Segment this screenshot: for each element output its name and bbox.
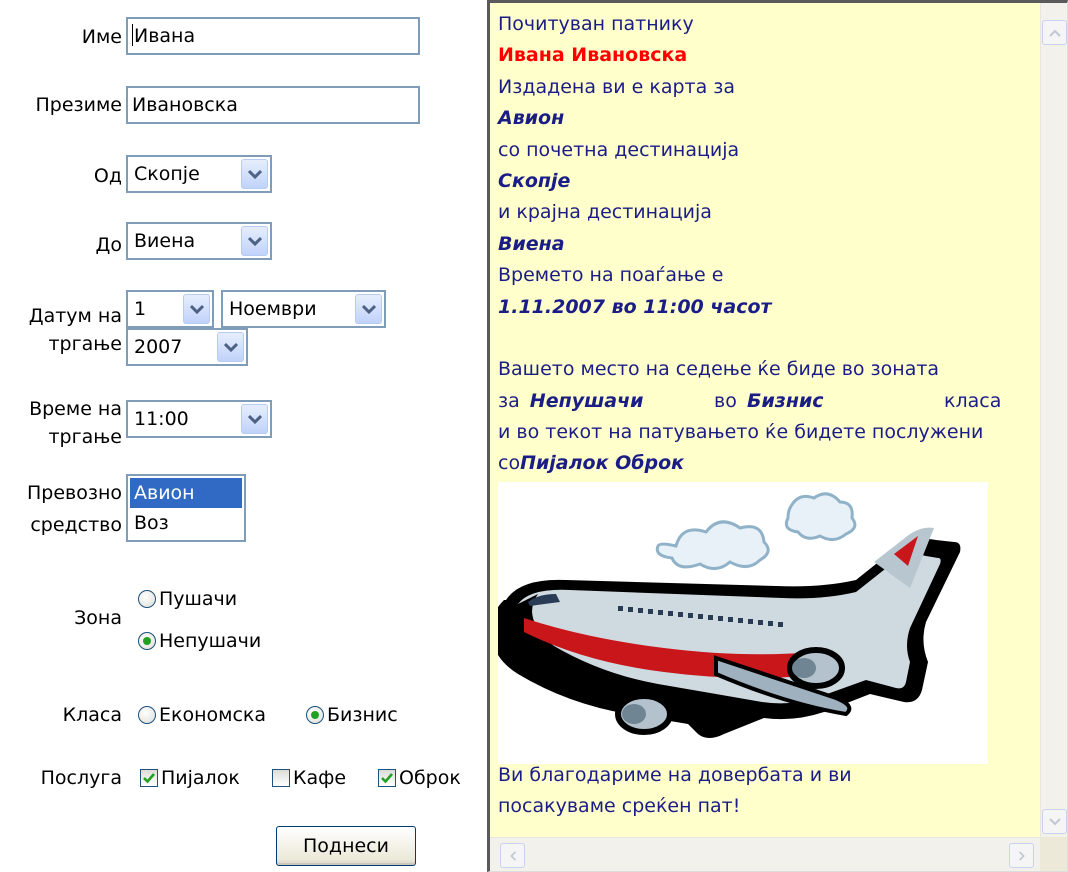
ticket-content: Почитуван патнику Ивана Ивановска Издаде… <box>490 9 1043 823</box>
zone-class-line: за Непушачи во Бизнис класа <box>498 386 1043 417</box>
ticket-start: Скопје <box>498 169 571 192</box>
thanks-line1: Ви благодариме на довербата и ви <box>498 763 852 786</box>
class-word: класа <box>944 389 1002 412</box>
departure-time-label-line2: тргање <box>48 426 122 448</box>
departure-date-label: Датум на тргање <box>29 304 122 357</box>
to-select[interactable]: Виена <box>126 222 272 260</box>
scrollbar-corner <box>1040 837 1067 871</box>
passenger-name: Ивана Ивановска <box>498 44 688 67</box>
service-option-coffee[interactable]: Кафе <box>272 766 346 791</box>
class-business-label: Бизнис <box>327 704 398 726</box>
zone-label: Зона <box>74 607 122 629</box>
ticket-transport: Авион <box>498 107 565 130</box>
transport-label: Превозно средство <box>27 481 122 538</box>
ticket-frame[interactable]: Почитуван патнику Ивана Ивановска Издаде… <box>487 0 1068 872</box>
text-caret <box>132 24 133 46</box>
year-value: 2007 <box>134 336 183 358</box>
start-text: со почетна дестинација <box>498 138 740 161</box>
last-name-value: Ивановска <box>132 94 238 116</box>
checkbox-drink[interactable] <box>140 769 158 787</box>
day-value: 1 <box>134 298 147 320</box>
from-select[interactable]: Скопје <box>126 155 272 193</box>
month-select[interactable]: Ноември <box>221 290 386 328</box>
from-label: Од <box>93 165 122 187</box>
service-coffee-label: Кафе <box>293 767 347 789</box>
transport-option-plane[interactable]: Авион <box>130 478 242 508</box>
service-label: Послуга <box>40 767 122 789</box>
horizontal-scrollbar[interactable] <box>490 837 1044 871</box>
first-name-label: Име <box>81 26 122 48</box>
greeting: Почитуван патнику <box>498 13 694 35</box>
checkbox-meal[interactable] <box>378 769 396 787</box>
transport-listbox[interactable]: Авион Воз <box>126 474 246 542</box>
zone-option-smokers[interactable]: Пушачи <box>138 587 237 612</box>
chevron-down-icon[interactable] <box>241 159 268 189</box>
checkbox-coffee[interactable] <box>272 769 290 787</box>
chevron-down-icon[interactable] <box>1042 809 1067 834</box>
transport-label-line1: Превозно <box>26 482 122 504</box>
ticket-zone: Непушачи <box>529 389 644 412</box>
airplane-illustration <box>490 481 988 764</box>
time-value: 11:00 <box>134 408 189 430</box>
departure-time-label: Време на тргање <box>29 397 122 450</box>
chevron-down-icon[interactable] <box>217 332 244 362</box>
chevron-down-icon[interactable] <box>241 404 268 434</box>
to-value: Виена <box>134 230 196 252</box>
class-option-business[interactable]: Бизнис <box>306 703 398 728</box>
last-name-label: Презиме <box>35 94 122 116</box>
in-text: во <box>714 389 737 412</box>
service-drink-label: Пијалок <box>161 767 240 789</box>
time-text: Времето на поаѓање е <box>498 264 724 287</box>
for-text: за <box>498 389 520 412</box>
ticket-services: Пијалок Оброк <box>520 452 685 475</box>
thanks-line2: посакуваме среќен пат! <box>498 795 741 818</box>
service-option-drink[interactable]: Пијалок <box>140 766 240 791</box>
chevron-down-icon[interactable] <box>183 294 210 324</box>
class-label: Класа <box>62 704 122 726</box>
from-value: Скопје <box>134 163 200 185</box>
chevron-up-icon[interactable] <box>1042 20 1067 45</box>
zone-nonsmokers-label: Непушачи <box>159 630 262 652</box>
day-select[interactable]: 1 <box>126 290 214 328</box>
service-text: и во текот на патувањето ќе бидете послу… <box>498 421 984 444</box>
vertical-scrollbar[interactable] <box>1040 3 1067 837</box>
end-text: и крајна дестинација <box>498 201 712 224</box>
chevron-right-icon[interactable] <box>1009 843 1034 868</box>
services-line: соПијалок Оброк <box>498 448 1043 479</box>
issued-text: Издадена ви е карта за <box>498 75 736 98</box>
zone-option-nonsmokers[interactable]: Непушачи <box>138 629 261 654</box>
last-name-input[interactable]: Ивановска <box>126 86 420 124</box>
radio-nonsmokers[interactable] <box>138 632 156 650</box>
zone-smokers-label: Пушачи <box>159 588 238 610</box>
ticket-time: 1.11.2007 во 11:00 часот <box>498 295 772 318</box>
year-select[interactable]: 2007 <box>126 328 248 366</box>
departure-date-label-line1: Датум на <box>28 305 122 327</box>
class-option-economy[interactable]: Економска <box>138 703 266 728</box>
chevron-down-icon[interactable] <box>241 226 268 256</box>
with-text: со <box>498 452 521 475</box>
month-value: Ноември <box>229 298 317 320</box>
chevron-left-icon[interactable] <box>500 843 525 868</box>
departure-date-label-line2: тргање <box>48 333 122 355</box>
departure-time-label-line1: Време на <box>29 398 122 420</box>
ticket-end: Виена <box>498 232 565 255</box>
transport-label-line2: средство <box>30 514 122 536</box>
first-name-value: Ивана <box>134 25 196 47</box>
class-economy-label: Економска <box>159 704 267 726</box>
radio-smokers[interactable] <box>138 590 156 608</box>
time-select[interactable]: 11:00 <box>126 400 272 438</box>
service-meal-label: Оброк <box>399 767 461 789</box>
submit-button[interactable]: Поднеси <box>276 826 416 866</box>
transport-option-train[interactable]: Воз <box>130 508 242 538</box>
first-name-input[interactable]: Ивана <box>126 17 420 55</box>
radio-business[interactable] <box>306 706 324 724</box>
radio-economy[interactable] <box>138 706 156 724</box>
chevron-down-icon[interactable] <box>355 294 382 324</box>
to-label: До <box>95 234 122 256</box>
ticket-class: Бизнис <box>747 389 824 412</box>
service-option-meal[interactable]: Оброк <box>378 766 461 791</box>
seat-text: Вашето место на седење ќе биде во зоната <box>498 358 940 381</box>
